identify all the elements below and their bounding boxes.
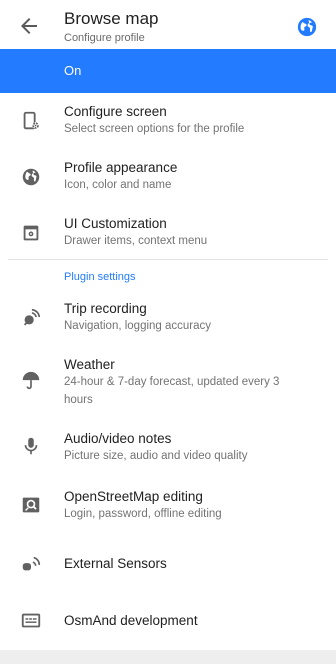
page-title: Browse map: [64, 9, 159, 28]
umbrella-icon: [22, 371, 40, 390]
audio-video-notes-item[interactable]: Audio/video notes Picture size, audio an…: [0, 420, 336, 475]
osm-edit-icon: [22, 497, 40, 513]
ui-customization-item[interactable]: UI Customization Drawer items, context m…: [0, 205, 336, 260]
back-arrow-icon[interactable]: [17, 14, 41, 38]
microphone-icon: [24, 437, 38, 455]
weather-desc: 24-hour & 7-day forecast, updated every …: [64, 376, 280, 406]
profile-enabled-toggle[interactable]: On: [0, 49, 336, 93]
app-bar: Browse map Configure profile: [0, 0, 336, 49]
section-divider: [8, 259, 328, 260]
trip-recording-title: Trip recording: [64, 301, 147, 316]
osmand-development-title: OsmAnd development: [64, 613, 198, 628]
ui-customization-desc: Drawer items, context menu: [64, 235, 208, 247]
configure-screen-desc: Select screen options for the profile: [64, 123, 245, 135]
profile-appearance-item[interactable]: Profile appearance Icon, color and name: [0, 149, 336, 204]
audio-video-notes-title: Audio/video notes: [64, 431, 172, 446]
osm-editing-title: OpenStreetMap editing: [64, 489, 203, 504]
plugin-settings-header: Plugin settings: [64, 271, 136, 283]
osm-editing-item[interactable]: OpenStreetMap editing Login, password, o…: [0, 478, 336, 533]
configure-screen-title: Configure screen: [64, 104, 167, 119]
ui-customization-title: UI Customization: [64, 216, 167, 231]
profile-appearance-desc: Icon, color and name: [64, 179, 172, 191]
bottom-strip: [0, 650, 336, 664]
osm-editing-desc: Login, password, offline editing: [64, 508, 222, 520]
globe-icon: [22, 168, 40, 186]
toggle-label: On: [64, 63, 82, 78]
trip-recording-desc: Navigation, logging accuracy: [64, 320, 212, 332]
osmand-development-item[interactable]: OsmAnd development: [0, 594, 336, 649]
external-sensors-item[interactable]: External Sensors: [0, 537, 336, 592]
trip-recording-item[interactable]: Trip recording Navigation, logging accur…: [0, 290, 336, 345]
profile-appearance-title: Profile appearance: [64, 160, 178, 175]
configure-screen-item[interactable]: Configure screen Select screen options f…: [0, 93, 336, 148]
external-sensors-title: External Sensors: [64, 556, 167, 571]
configure-screen-icon: [23, 111, 39, 130]
page-subtitle: Configure profile: [64, 32, 145, 44]
profile-globe-icon[interactable]: [296, 16, 318, 38]
weather-title: Weather: [64, 357, 115, 372]
ui-customization-icon: [23, 225, 39, 241]
sensor-icon: [22, 556, 41, 571]
audio-video-notes-desc: Picture size, audio and video quality: [64, 450, 248, 462]
development-icon: [21, 613, 41, 628]
weather-item[interactable]: Weather 24-hour & 7-day forecast, update…: [0, 346, 336, 418]
satellite-icon: [23, 308, 41, 326]
